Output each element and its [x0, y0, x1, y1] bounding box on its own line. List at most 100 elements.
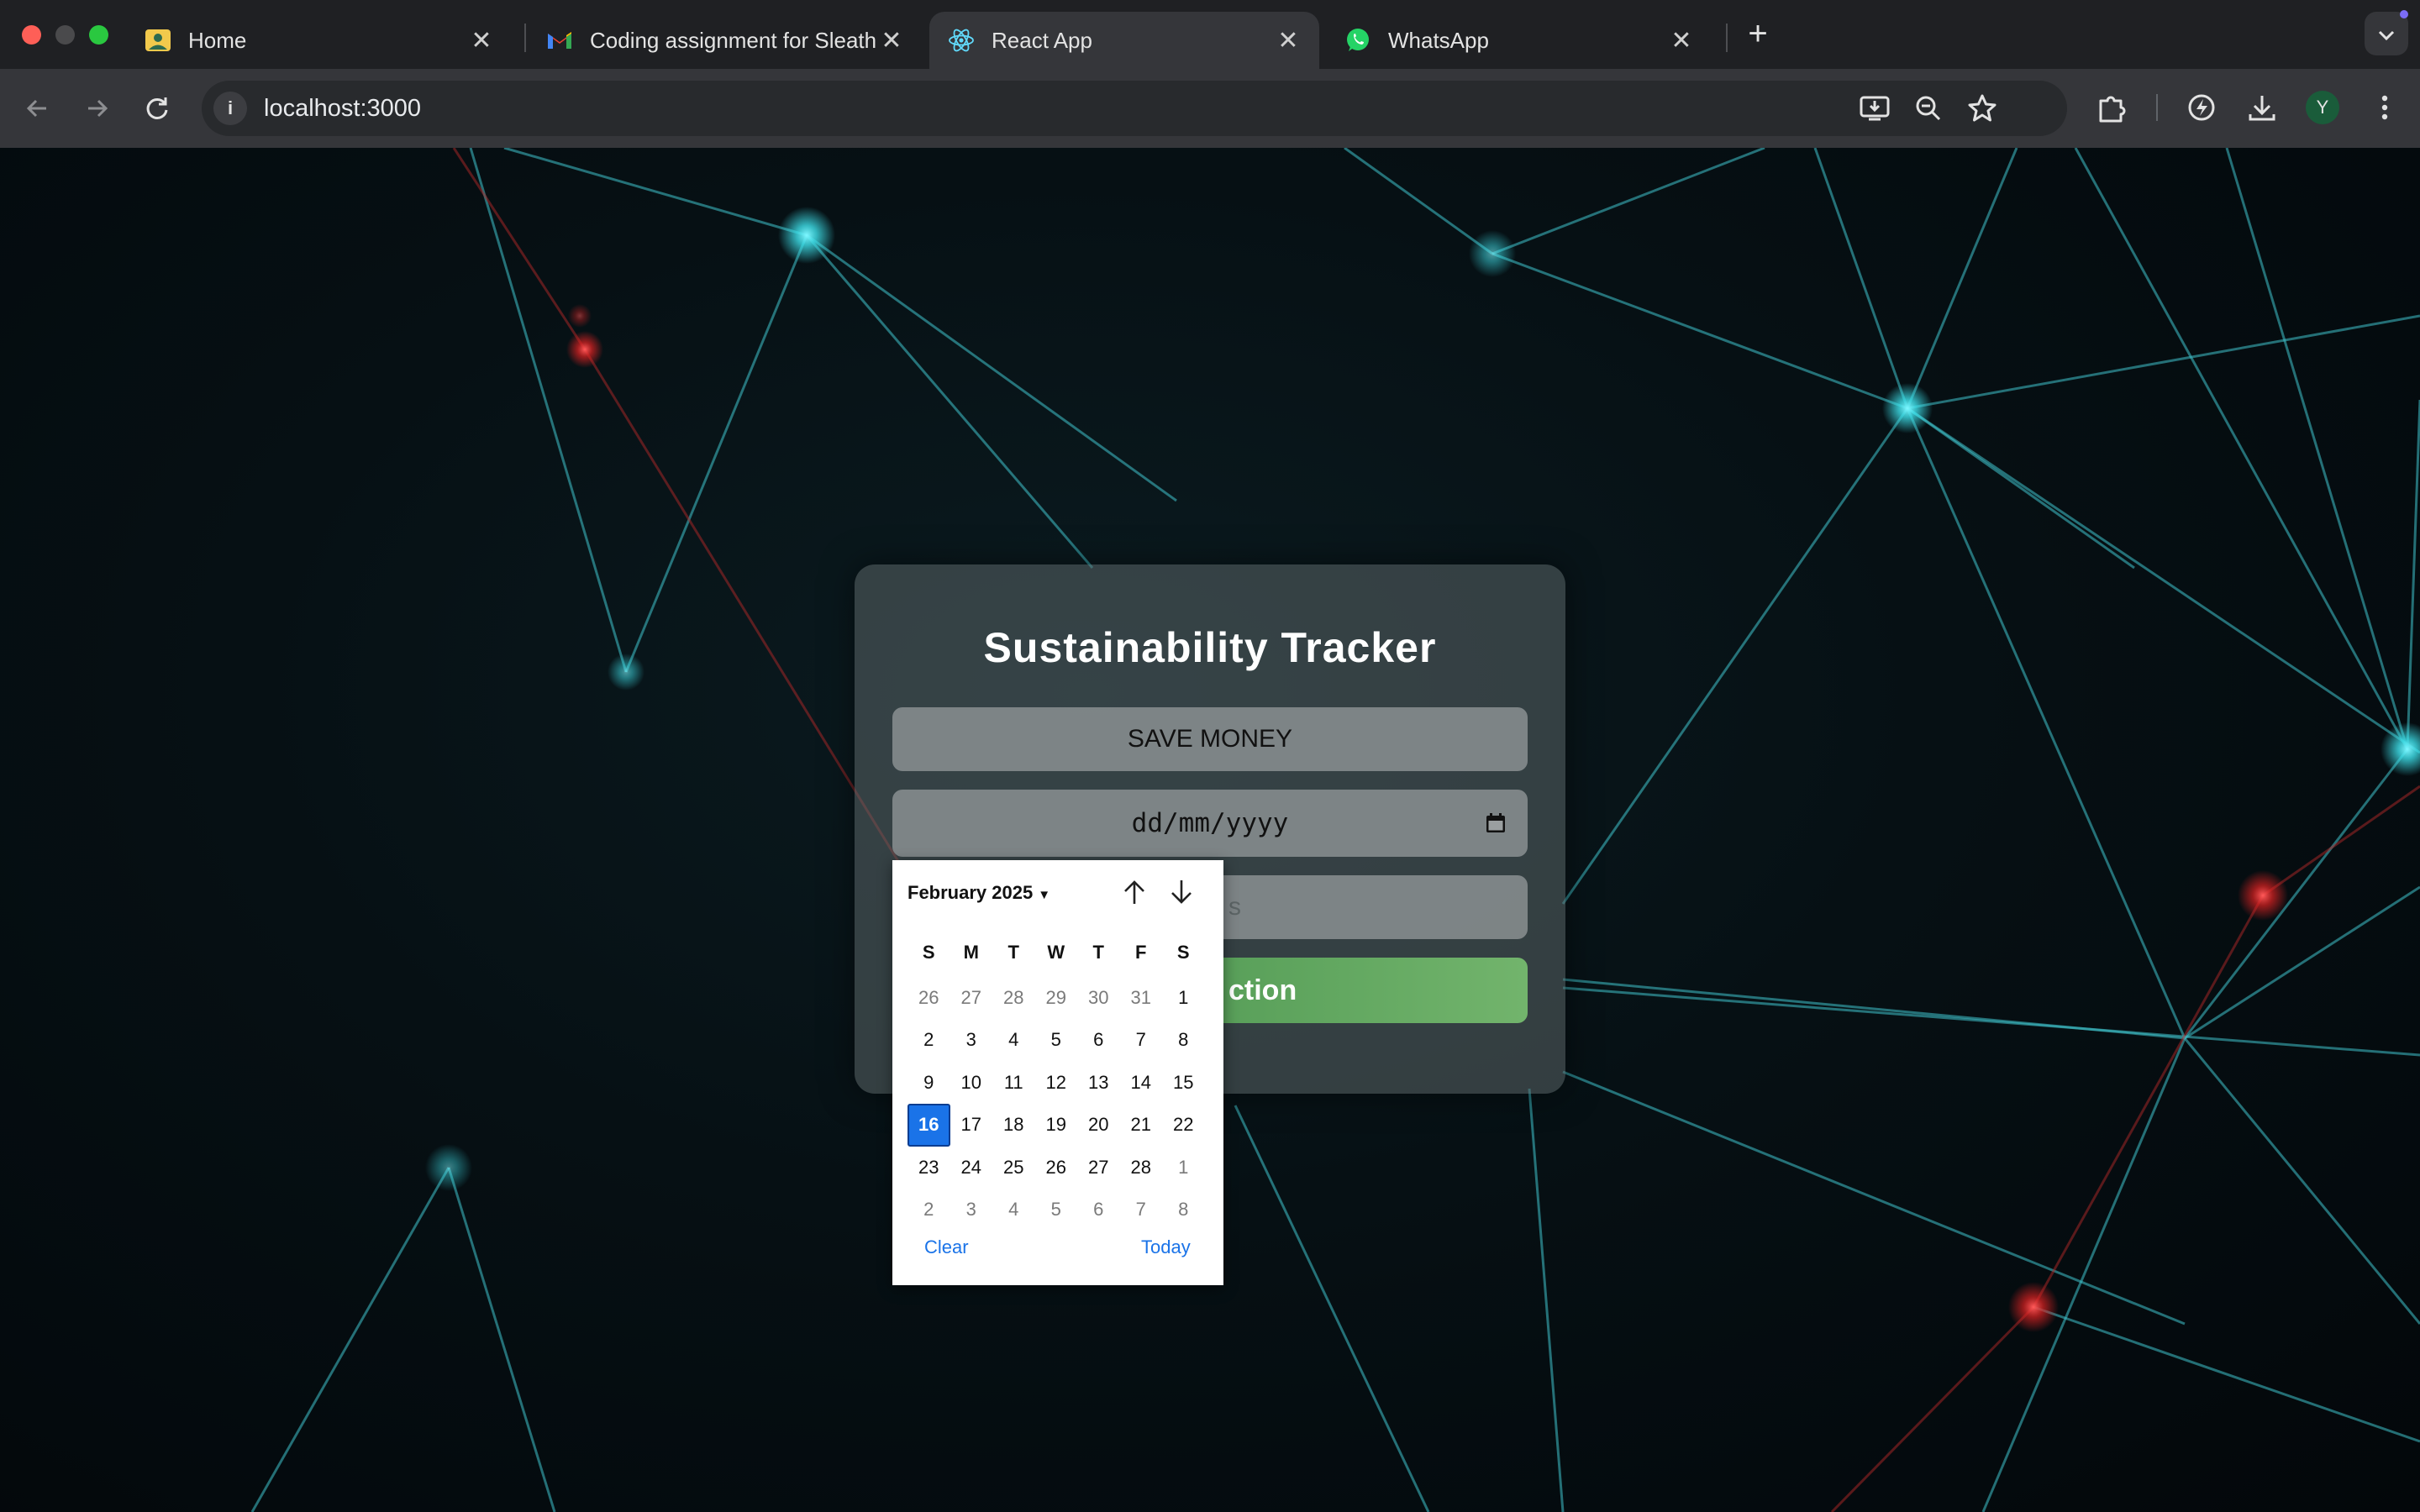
- calendar-day[interactable]: 27: [950, 977, 993, 1020]
- goal-select[interactable]: SAVE MONEY: [892, 707, 1528, 771]
- site-info-icon[interactable]: i: [213, 92, 247, 125]
- downloads-icon[interactable]: [2244, 89, 2281, 126]
- next-month-arrow-icon[interactable]: [1165, 875, 1198, 909]
- date-placeholder: dd/mm/yyyy: [1131, 808, 1289, 838]
- calendar-day[interactable]: 14: [1120, 1062, 1163, 1105]
- performance-icon[interactable]: [2183, 89, 2220, 126]
- minimize-window-button[interactable]: [55, 25, 75, 45]
- clear-date-button[interactable]: Clear: [924, 1236, 969, 1258]
- calendar-grid: S M T W T F S 26 27 28 29 30 31 1 2 3 4 5 6 7 8 9 10 11 1…: [908, 934, 1208, 1231]
- calendar-day[interactable]: 2: [908, 1019, 950, 1062]
- close-tab-icon[interactable]: ✕: [879, 26, 904, 55]
- calendar-day[interactable]: 6: [1077, 1189, 1120, 1231]
- calendar-day[interactable]: 6: [1077, 1019, 1120, 1062]
- calendar-day[interactable]: 9: [908, 1062, 950, 1105]
- calendar-day[interactable]: 1: [1162, 1147, 1205, 1189]
- extensions-puzzle-icon[interactable]: [2094, 89, 2131, 126]
- calendar-day[interactable]: 13: [1077, 1062, 1120, 1105]
- calendar-day[interactable]: 25: [992, 1147, 1035, 1189]
- caret-down-icon: ▼: [1038, 888, 1051, 902]
- close-tab-icon[interactable]: ✕: [469, 26, 494, 55]
- forward-arrow-icon[interactable]: [76, 87, 118, 129]
- tab-title: Coding assignment for Sleath: [590, 27, 877, 53]
- notes-placeholder-visible: s: [1228, 893, 1241, 921]
- calendar-day[interactable]: 12: [1035, 1062, 1078, 1105]
- new-tab-plus-icon[interactable]: +: [1739, 15, 1776, 52]
- zoom-out-icon[interactable]: [1911, 91, 1946, 126]
- month-label: February 2025: [908, 882, 1034, 903]
- calendar-day[interactable]: 28: [1120, 1147, 1163, 1189]
- calendar-day[interactable]: 7: [1120, 1019, 1163, 1062]
- back-arrow-icon[interactable]: [17, 87, 59, 129]
- close-tab-icon[interactable]: ✕: [1276, 26, 1301, 55]
- calendar-day[interactable]: 28: [992, 977, 1035, 1020]
- calendar-day[interactable]: 21: [1120, 1104, 1163, 1147]
- calendar-day[interactable]: 5: [1035, 1189, 1078, 1231]
- calendar-day[interactable]: 26: [908, 977, 950, 1020]
- previous-month-arrow-icon[interactable]: [1118, 875, 1151, 909]
- calendar-day[interactable]: 8: [1162, 1189, 1205, 1231]
- close-tab-icon[interactable]: ✕: [1669, 26, 1694, 55]
- submit-label-visible: ction: [1228, 974, 1297, 1006]
- calendar-day[interactable]: 4: [992, 1189, 1035, 1231]
- whatsapp-icon: [1344, 27, 1371, 54]
- install-app-icon[interactable]: [1857, 91, 1892, 126]
- month-year-selector[interactable]: February 2025 ▼: [908, 882, 1050, 904]
- close-window-button[interactable]: [22, 25, 41, 45]
- calendar-day[interactable]: 17: [950, 1104, 993, 1147]
- calendar-weeks: 26 27 28 29 30 31 1 2 3 4 5 6 7 8 9 10 11 12 13 14 15 16 17 18 1…: [908, 977, 1208, 1231]
- calendar-day[interactable]: 15: [1162, 1062, 1205, 1105]
- tab-title: WhatsApp: [1388, 27, 1489, 53]
- calendar-day[interactable]: 1: [1162, 977, 1205, 1020]
- calendar-day[interactable]: 4: [992, 1019, 1035, 1062]
- calendar-week-row: 26 27 28 29 30 31 1: [908, 977, 1208, 1020]
- tab-home[interactable]: Home ✕: [126, 12, 513, 69]
- weekday-label: M: [963, 942, 979, 963]
- tab-title: Home: [188, 27, 247, 53]
- calendar-day[interactable]: 19: [1035, 1104, 1078, 1147]
- calendar-day[interactable]: 18: [992, 1104, 1035, 1147]
- calendar-day[interactable]: 8: [1162, 1019, 1205, 1062]
- calendar-day[interactable]: 31: [1120, 977, 1163, 1020]
- address-bar[interactable]: i localhost:3000: [202, 81, 2067, 136]
- calendar-day[interactable]: 11: [992, 1062, 1035, 1105]
- calendar-day[interactable]: 22: [1162, 1104, 1205, 1147]
- calendar-day[interactable]: 3: [950, 1189, 993, 1231]
- calendar-week-row: 16 17 18 19 20 21 22: [908, 1104, 1208, 1147]
- weekday-label: F: [1135, 942, 1147, 963]
- notification-dot: [2400, 10, 2408, 18]
- profile-avatar[interactable]: Y: [2306, 91, 2339, 124]
- calendar-day-selected[interactable]: 16: [908, 1104, 950, 1147]
- calendar-day[interactable]: 3: [950, 1019, 993, 1062]
- today-button[interactable]: Today: [1141, 1236, 1191, 1258]
- calendar-icon[interactable]: [1484, 811, 1507, 835]
- tab-divider: [524, 24, 526, 52]
- calendar-day[interactable]: 2: [908, 1189, 950, 1231]
- fullscreen-window-button[interactable]: [89, 25, 108, 45]
- tab-react-app[interactable]: React App ✕: [929, 12, 1319, 69]
- reload-icon[interactable]: [136, 87, 178, 129]
- calendar-day[interactable]: 29: [1035, 977, 1078, 1020]
- bookmark-star-icon[interactable]: [1965, 91, 2000, 126]
- react-icon: [948, 27, 975, 54]
- calendar-day[interactable]: 30: [1077, 977, 1120, 1020]
- date-input[interactable]: dd/mm/yyyy: [892, 790, 1528, 857]
- more-menu-icon[interactable]: [2366, 89, 2403, 126]
- calendar-day[interactable]: 27: [1077, 1147, 1120, 1189]
- weekday-label: T: [1007, 942, 1019, 963]
- calendar-day[interactable]: 23: [908, 1147, 950, 1189]
- calendar-day[interactable]: 7: [1120, 1189, 1163, 1231]
- calendar-day[interactable]: 20: [1077, 1104, 1120, 1147]
- tab-gmail[interactable]: Coding assignment for Sleath ✕: [528, 12, 923, 69]
- calendar-day[interactable]: 24: [950, 1147, 993, 1189]
- calendar-day[interactable]: 26: [1035, 1147, 1078, 1189]
- page-content: Sustainability Tracker SAVE MONEY dd/mm/…: [0, 148, 2420, 1512]
- calendar-day[interactable]: 5: [1035, 1019, 1078, 1062]
- tab-search-chevron-icon[interactable]: [2365, 12, 2408, 55]
- tab-divider: [1726, 24, 1728, 52]
- url-text[interactable]: localhost:3000: [264, 81, 421, 136]
- browser-tab-bar: Home ✕ Coding assignment for Sleath ✕ Re…: [0, 0, 2420, 69]
- tab-whatsapp[interactable]: WhatsApp ✕: [1326, 12, 1712, 69]
- calendar-day[interactable]: 10: [950, 1062, 993, 1105]
- calendar-week-row: 2345678: [908, 1189, 1208, 1231]
